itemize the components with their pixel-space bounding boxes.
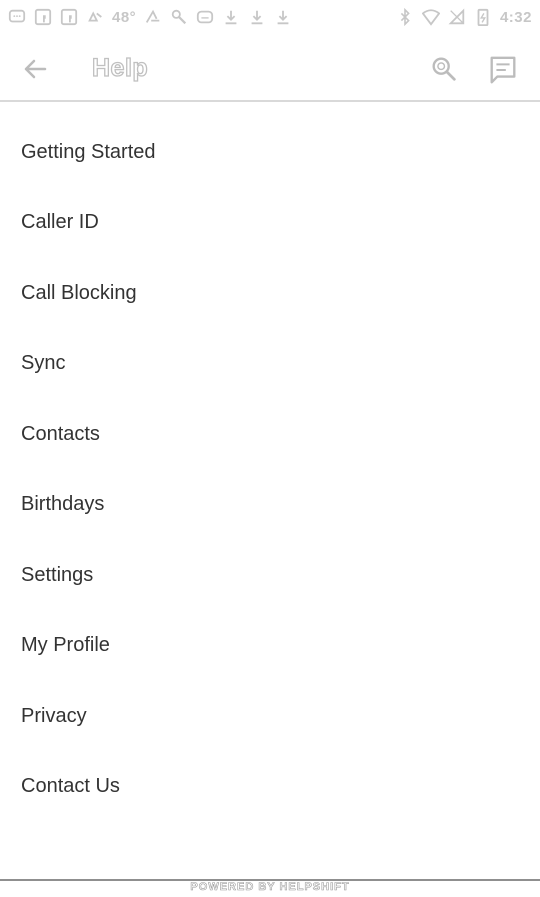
list-item-call-blocking[interactable]: Call Blocking (0, 258, 540, 329)
list-item-settings[interactable]: Settings (0, 540, 540, 611)
list-item-caller-id[interactable]: Caller ID (0, 188, 540, 259)
bluetooth-icon (396, 8, 414, 26)
chat-icon[interactable] (486, 53, 520, 87)
download-icon (222, 8, 240, 26)
help-screen: 48° 4:32 Help Getting Started Caller ID … (0, 0, 540, 897)
facebook-icon (60, 8, 78, 26)
page-title: Help (91, 53, 149, 82)
status-left-icons: 48° (8, 8, 292, 26)
voicemail-icon (196, 8, 214, 26)
app-toolbar: Help (0, 34, 540, 102)
list-item-my-profile[interactable]: My Profile (0, 611, 540, 682)
list-item-contact-us[interactable]: Contact Us (0, 752, 540, 823)
flash-icon (144, 8, 162, 26)
wrench-icon (170, 8, 188, 26)
download-icon (248, 8, 266, 26)
chat-bubble-icon (8, 8, 26, 26)
recycle-icon (86, 8, 104, 26)
facebook-icon (34, 8, 52, 26)
powered-by-label: POWERED BY HELPSHIFT (190, 881, 350, 894)
back-arrow-icon[interactable] (20, 54, 50, 84)
status-bar: 48° 4:32 (0, 0, 540, 34)
list-item-getting-started[interactable]: Getting Started (0, 117, 540, 188)
list-item-contacts[interactable]: Contacts (0, 399, 540, 470)
search-icon[interactable] (428, 53, 460, 85)
battery-icon (474, 8, 492, 26)
list-item-sync[interactable]: Sync (0, 329, 540, 400)
wifi-icon (421, 8, 440, 26)
temperature-text: 48° (112, 8, 137, 26)
list-item-birthdays[interactable]: Birthdays (0, 470, 540, 541)
help-topics-list: Getting Started Caller ID Call Blocking … (0, 117, 540, 822)
list-item-privacy[interactable]: Privacy (0, 681, 540, 752)
no-signal-icon (448, 8, 466, 26)
status-right-icons: 4:32 (396, 8, 532, 26)
status-time: 4:32 (499, 8, 532, 26)
download-icon (274, 8, 292, 26)
